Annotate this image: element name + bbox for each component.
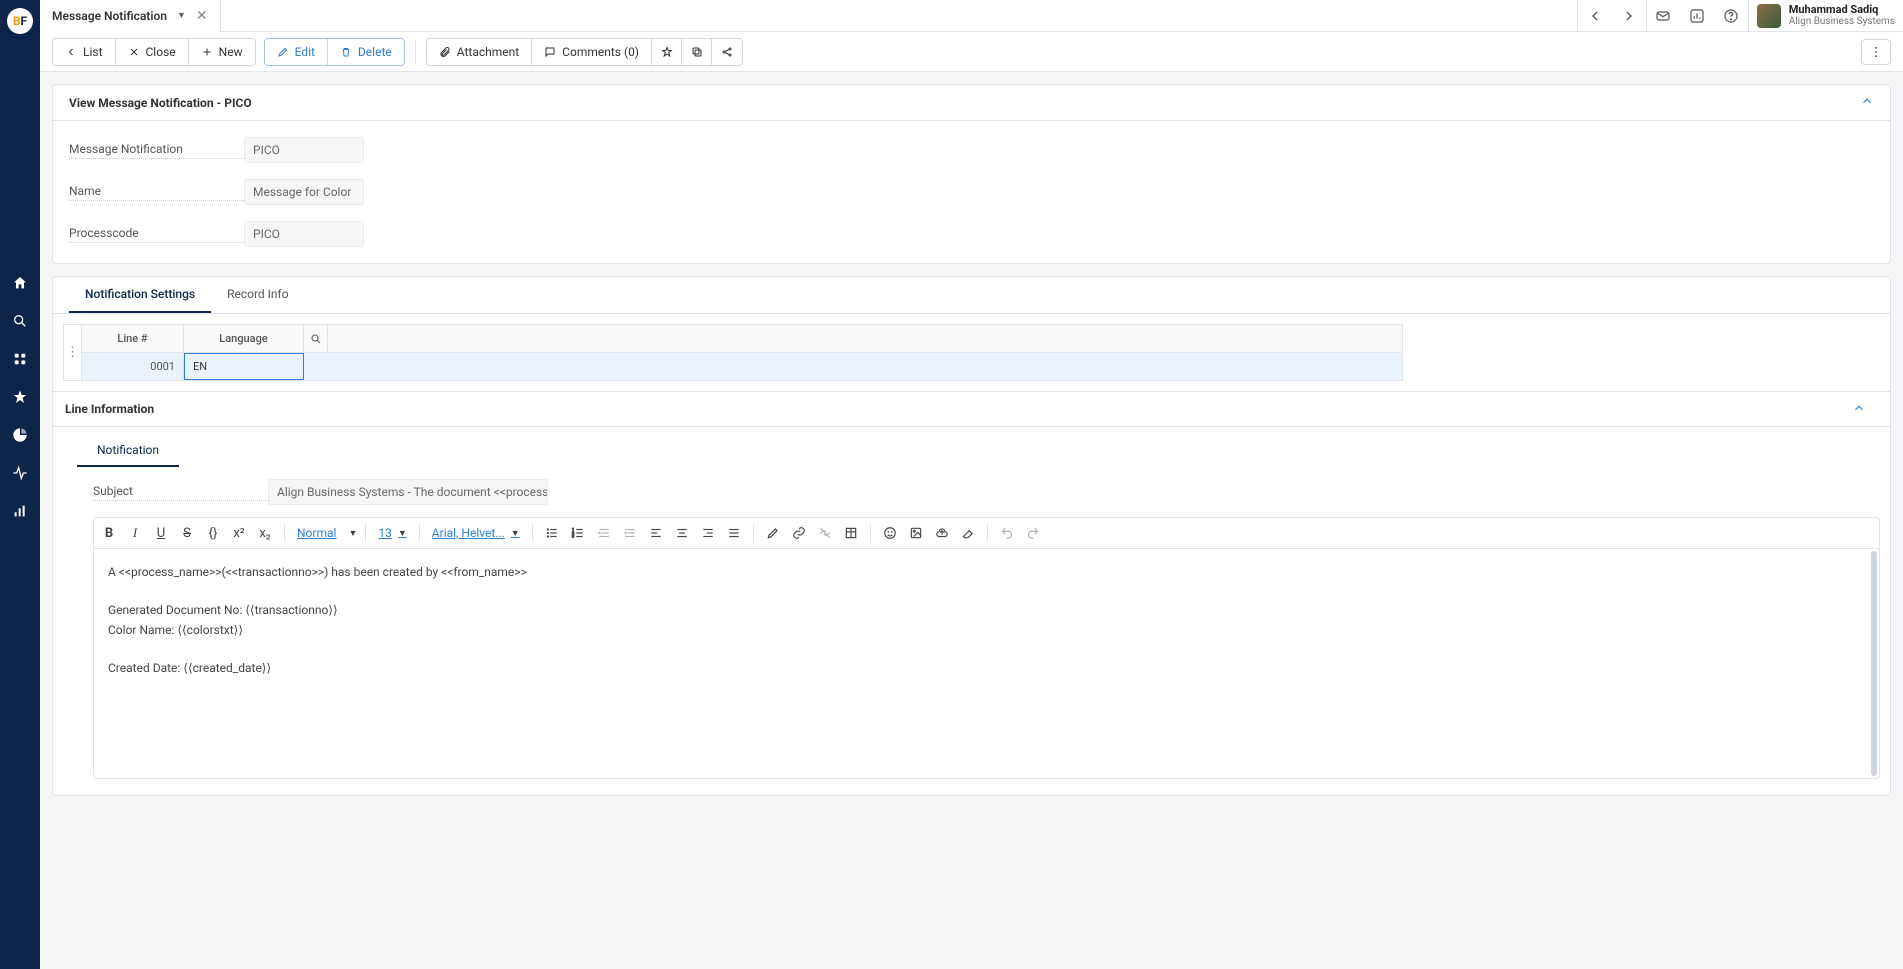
user-menu[interactable]: Muhammad Sadiq Align Business Systems — [1748, 0, 1903, 31]
user-name: Muhammad Sadiq — [1789, 3, 1895, 16]
indent-button[interactable] — [619, 522, 641, 544]
attachment-button[interactable]: Attachment — [427, 39, 532, 65]
field-value-notif: PICO — [244, 137, 364, 163]
field-label-notif: Message Notification — [69, 142, 244, 159]
bars-icon[interactable] — [0, 492, 40, 530]
tab-notification-settings[interactable]: Notification Settings — [69, 277, 211, 313]
close-icon[interactable]: ✕ — [196, 8, 208, 24]
underline-button[interactable]: U — [150, 522, 172, 544]
cell-line: 0001 — [82, 353, 184, 380]
home-icon[interactable] — [0, 264, 40, 302]
scrollbar[interactable] — [1871, 551, 1877, 776]
apps-icon[interactable] — [0, 340, 40, 378]
rich-editor: B I U S {} x² x₂ Normal▼ 13▼ Arial, Helv… — [93, 517, 1880, 779]
upload-button[interactable] — [931, 522, 953, 544]
app-logo: BF — [7, 8, 33, 34]
line-info-title: Line Information — [65, 402, 154, 416]
svg-text:3: 3 — [572, 535, 574, 539]
eraser-button[interactable] — [957, 522, 979, 544]
unlink-button[interactable] — [814, 522, 836, 544]
col-language[interactable]: Language — [184, 325, 304, 352]
caret-down-icon[interactable]: ▼ — [177, 10, 186, 21]
redo-button[interactable] — [1022, 522, 1044, 544]
user-org: Align Business Systems — [1789, 16, 1895, 28]
field-value-processcode: PICO — [244, 221, 364, 247]
field-value-name: Message for Color — [244, 179, 364, 205]
align-justify-button[interactable] — [723, 522, 745, 544]
lines-grid: ⋮ Line # Language 0001 EN — [63, 324, 1403, 381]
comments-button[interactable]: Comments (0) — [532, 39, 652, 65]
sidebar: BF — [0, 0, 40, 969]
close-button[interactable]: Close — [116, 39, 189, 65]
toolbar: List Close New Edit Delete Attachment Co… — [40, 32, 1903, 72]
strike-button[interactable]: S — [176, 522, 198, 544]
topbar: Message Notification ▼ ✕ Muhammad Sadiq … — [40, 0, 1903, 32]
italic-button[interactable]: I — [124, 522, 146, 544]
copy-button[interactable] — [682, 39, 712, 65]
more-button[interactable] — [1861, 39, 1891, 65]
tab-title: Message Notification — [52, 9, 167, 23]
panel-title: View Message Notification - PICO — [69, 96, 252, 110]
ol-button[interactable]: 123 — [567, 522, 589, 544]
field-label-name: Name — [69, 184, 244, 201]
size-select[interactable]: 13▼ — [374, 526, 410, 540]
subject-label: Subject — [93, 484, 268, 501]
share-button[interactable] — [712, 39, 742, 65]
superscript-button[interactable]: x² — [228, 522, 250, 544]
settings-panel: Notification Settings Record Info ⋮ Line… — [52, 276, 1891, 796]
align-right-button[interactable] — [697, 522, 719, 544]
field-label-processcode: Processcode — [69, 226, 244, 243]
collapse-icon[interactable] — [1860, 94, 1874, 111]
search-icon[interactable] — [0, 302, 40, 340]
align-center-button[interactable] — [671, 522, 693, 544]
cell-language[interactable]: EN — [184, 353, 304, 380]
panel-header: View Message Notification - PICO — [53, 85, 1890, 121]
document-tab[interactable]: Message Notification ▼ ✕ — [40, 0, 221, 32]
bold-button[interactable]: B — [98, 522, 120, 544]
list-button[interactable]: List — [53, 39, 116, 65]
avatar — [1757, 4, 1781, 28]
detail-panel: View Message Notification - PICO Message… — [52, 84, 1891, 264]
table-row[interactable]: 0001 EN — [82, 353, 1402, 380]
chart-icon[interactable] — [1680, 0, 1714, 31]
col-line[interactable]: Line # — [82, 325, 184, 352]
code-button[interactable]: {} — [202, 522, 224, 544]
activity-icon[interactable] — [0, 454, 40, 492]
col-search-icon[interactable] — [304, 325, 328, 352]
help-icon[interactable] — [1714, 0, 1748, 31]
delete-button[interactable]: Delete — [328, 39, 404, 65]
subject-value: Align Business Systems - The document <<… — [268, 479, 548, 505]
color-button[interactable] — [762, 522, 784, 544]
nav-forward-icon[interactable] — [1612, 0, 1646, 31]
undo-button[interactable] — [996, 522, 1018, 544]
format-select[interactable]: Normal — [293, 526, 340, 540]
new-button[interactable]: New — [189, 39, 255, 65]
favorite-button[interactable] — [652, 39, 682, 65]
star-icon[interactable] — [0, 378, 40, 416]
align-left-button[interactable] — [645, 522, 667, 544]
editor-body[interactable]: A <<process_name>>(<<transactionno>>) ha… — [93, 549, 1880, 779]
grid-menu-icon[interactable]: ⋮ — [63, 324, 81, 381]
link-button[interactable] — [788, 522, 810, 544]
outdent-button[interactable] — [593, 522, 615, 544]
subscript-button[interactable]: x₂ — [254, 522, 276, 544]
image-button[interactable] — [905, 522, 927, 544]
collapse-icon[interactable] — [1852, 401, 1866, 418]
tab-notification[interactable]: Notification — [77, 435, 179, 467]
table-button[interactable] — [840, 522, 862, 544]
mail-icon[interactable] — [1646, 0, 1680, 31]
ul-button[interactable] — [541, 522, 563, 544]
edit-button[interactable]: Edit — [265, 39, 328, 65]
line-info-header: Line Information — [53, 391, 1890, 427]
pie-icon[interactable] — [0, 416, 40, 454]
font-select[interactable]: Arial, Helvet...▼ — [428, 526, 524, 540]
nav-back-icon[interactable] — [1578, 0, 1612, 31]
emoji-button[interactable] — [879, 522, 901, 544]
tab-record-info[interactable]: Record Info — [211, 277, 305, 313]
